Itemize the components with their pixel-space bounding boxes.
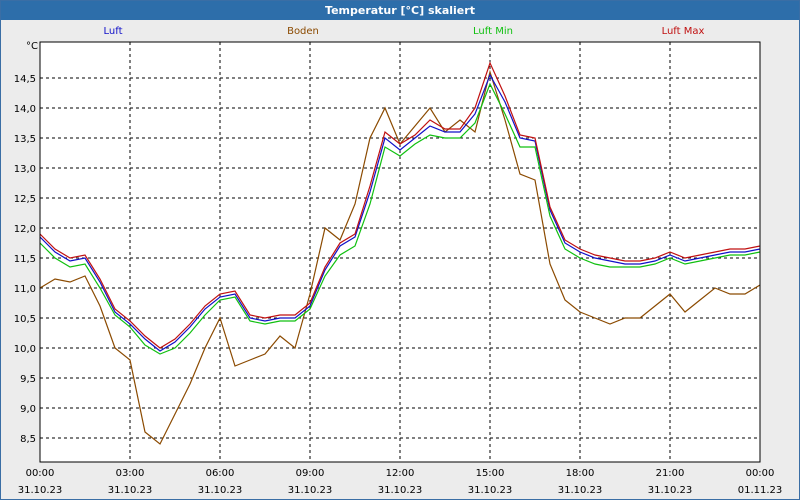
x-tick-time: 00:00 xyxy=(746,468,775,479)
x-tick-date: 31.10.23 xyxy=(468,485,513,496)
x-tick-date: 31.10.23 xyxy=(108,485,153,496)
y-tick-label: 10,5 xyxy=(14,314,36,325)
x-tick-time: 12:00 xyxy=(386,468,415,479)
x-tick-time: 21:00 xyxy=(656,468,685,479)
y-tick-label: 10,0 xyxy=(14,344,36,355)
y-tick-label: 14,5 xyxy=(14,74,36,85)
y-tick-label: 12,5 xyxy=(14,194,36,205)
x-tick-time: 18:00 xyxy=(566,468,595,479)
legend-item-luft-max: Luft Max xyxy=(662,26,705,37)
y-tick-label: 8,5 xyxy=(20,434,36,445)
x-tick-date: 31.10.23 xyxy=(288,485,333,496)
x-tick-date: 31.10.23 xyxy=(378,485,423,496)
y-tick-label: 14,0 xyxy=(14,104,36,115)
legend: Luft Boden Luft Min Luft Max xyxy=(104,26,705,37)
y-tick-label: 11,5 xyxy=(14,254,36,265)
y-axis-unit: °C xyxy=(26,41,38,52)
y-tick-label: 11,0 xyxy=(14,284,36,295)
legend-item-boden: Boden xyxy=(287,26,319,37)
temperature-chart: 8,5 9,0 9,5 10,0 10,5 11,0 11,5 12,0 12,5 13,0 13,… xyxy=(14,26,783,496)
y-axis: 8,5 9,0 9,5 10,0 10,5 11,0 11,5 12,0 12,5 13,0 13,… xyxy=(14,74,36,445)
x-tick-date: 31.10.23 xyxy=(198,485,243,496)
x-tick-time: 03:00 xyxy=(116,468,145,479)
legend-item-luft: Luft xyxy=(104,26,123,37)
x-tick-date: 31.10.23 xyxy=(558,485,603,496)
x-tick-time: 00:00 xyxy=(26,468,55,479)
x-axis: 00:00 31.10.23 03:00 31.10.23 06:00 31.10.23 0… xyxy=(18,468,783,496)
x-tick-time: 06:00 xyxy=(206,468,235,479)
x-tick-date: 31.10.23 xyxy=(18,485,63,496)
y-tick-label: 9,0 xyxy=(20,404,36,415)
x-tick-time: 15:00 xyxy=(476,468,505,479)
y-tick-label: 12,0 xyxy=(14,224,36,235)
legend-item-luft-min: Luft Min xyxy=(473,26,513,37)
y-tick-label: 13,0 xyxy=(14,164,36,175)
x-tick-time: 09:00 xyxy=(296,468,325,479)
x-tick-date: 01.11.23 xyxy=(738,485,783,496)
x-tick-date: 31.10.23 xyxy=(648,485,693,496)
y-tick-label: 9,5 xyxy=(20,374,36,385)
y-tick-label: 13,5 xyxy=(14,134,36,145)
